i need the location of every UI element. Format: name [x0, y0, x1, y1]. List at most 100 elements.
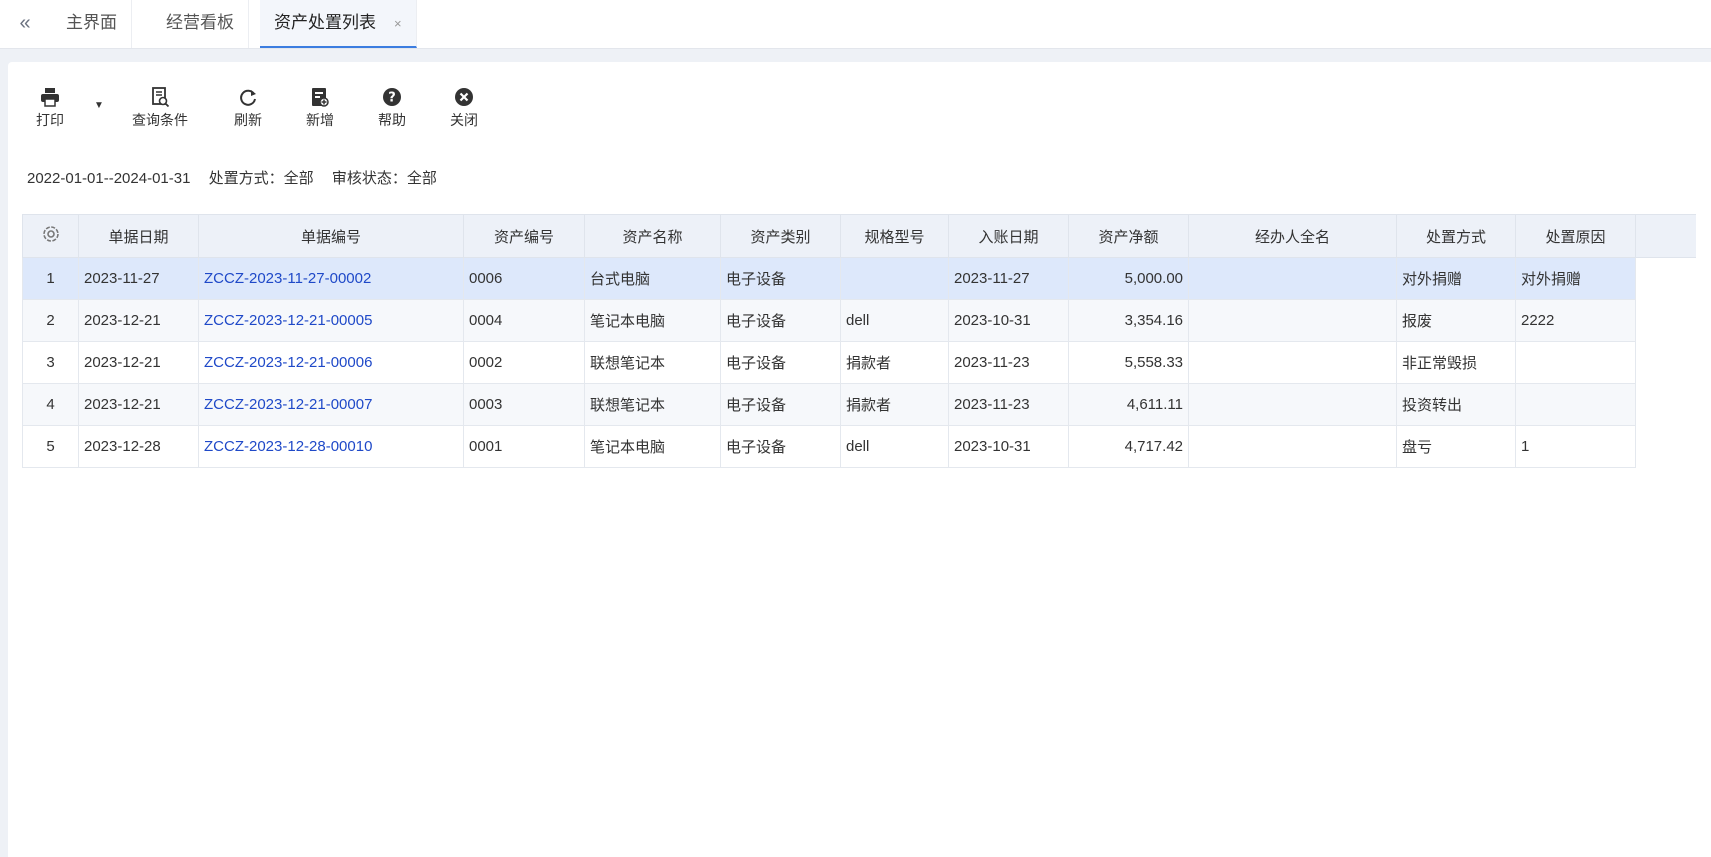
cell-doc-date: 2023-12-28	[78, 425, 199, 468]
tab-main[interactable]: 主界面	[52, 0, 132, 48]
cell-doc-date: 2023-12-21	[78, 341, 199, 384]
doc-number-link[interactable]: ZCCZ-2023-12-21-00006	[198, 341, 464, 384]
doc-number-link[interactable]: ZCCZ-2023-12-28-00010	[198, 425, 464, 468]
table-row[interactable]: 4 2023-12-21 ZCCZ-2023-12-21-00007 0003 …	[22, 383, 1696, 426]
collapse-tabs-icon[interactable]: «	[12, 10, 38, 36]
cell-asset-code: 0001	[463, 425, 585, 468]
cell-asset-category: 电子设备	[720, 383, 841, 426]
print-label: 打印	[36, 112, 64, 128]
add-label: 新增	[306, 112, 334, 128]
cell-entry-date: 2023-11-23	[948, 341, 1069, 384]
cell-doc-date: 2023-12-21	[78, 299, 199, 342]
row-number: 4	[22, 383, 79, 426]
table-row[interactable]: 5 2023-12-28 ZCCZ-2023-12-28-00010 0001 …	[22, 425, 1696, 468]
filter-status: 审核状态：全部	[331, 170, 437, 187]
cell-entry-date: 2023-10-31	[948, 425, 1069, 468]
cell-entry-date: 2023-11-27	[948, 257, 1069, 300]
cell-entry-date: 2023-10-31	[948, 299, 1069, 342]
doc-number-link[interactable]: ZCCZ-2023-11-27-00002	[198, 257, 464, 300]
cell-net-value: 4,717.42	[1068, 425, 1189, 468]
header-handler[interactable]: 经办人全名	[1188, 214, 1397, 258]
refresh-label: 刷新	[234, 112, 262, 128]
cell-disposal-method: 投资转出	[1396, 383, 1516, 426]
header-disposal-method[interactable]: 处置方式	[1396, 214, 1516, 258]
cell-disposal-reason: 1	[1515, 425, 1636, 468]
cell-spec-model: dell	[840, 425, 949, 468]
cell-asset-category: 电子设备	[720, 257, 841, 300]
table-row[interactable]: 2 2023-12-21 ZCCZ-2023-12-21-00005 0004 …	[22, 299, 1696, 342]
printer-icon	[41, 88, 59, 107]
cell-asset-code: 0003	[463, 383, 585, 426]
cell-net-value: 4,611.11	[1068, 383, 1189, 426]
header-filler	[1635, 214, 1696, 258]
cell-asset-code: 0004	[463, 299, 585, 342]
cell-disposal-method: 盘亏	[1396, 425, 1516, 468]
cell-disposal-reason	[1515, 383, 1636, 426]
close-tab-icon[interactable]: ×	[394, 16, 402, 31]
header-asset-code[interactable]: 资产编号	[463, 214, 585, 258]
close-label: 关闭	[450, 112, 478, 128]
cell-asset-category: 电子设备	[720, 425, 841, 468]
new-doc-icon	[312, 88, 329, 107]
filter-date-range: 2022-01-01--2024-01-31	[27, 170, 191, 187]
header-disposal-reason[interactable]: 处置原因	[1515, 214, 1636, 258]
row-number: 3	[22, 341, 79, 384]
cell-disposal-method: 报废	[1396, 299, 1516, 342]
cell-asset-name: 台式电脑	[584, 257, 721, 300]
cell-disposal-method: 非正常毁损	[1396, 341, 1516, 384]
header-doc-number[interactable]: 单据编号	[198, 214, 464, 258]
tab-asset-disposal-list[interactable]: 资产处置列表 ×	[260, 0, 417, 48]
header-asset-category[interactable]: 资产类别	[720, 214, 841, 258]
cell-handler	[1188, 341, 1397, 384]
add-button[interactable]: 新增	[306, 86, 334, 130]
query-label: 查询条件	[132, 112, 188, 128]
row-number: 5	[22, 425, 79, 468]
print-dropdown-icon[interactable]: ▼	[94, 100, 104, 111]
cell-spec-model: 捐款者	[840, 383, 949, 426]
filter-summary: 2022-01-01--2024-01-31 处置方式：全部 审核状态：全部	[27, 167, 451, 188]
cell-spec-model: dell	[840, 299, 949, 342]
cell-asset-code: 0002	[463, 341, 585, 384]
cell-net-value: 3,354.16	[1068, 299, 1189, 342]
cell-handler	[1188, 299, 1397, 342]
query-conditions-button[interactable]: 查询条件	[132, 86, 188, 130]
doc-number-link[interactable]: ZCCZ-2023-12-21-00007	[198, 383, 464, 426]
row-number: 1	[22, 257, 79, 300]
header-spec-model[interactable]: 规格型号	[840, 214, 949, 258]
help-button[interactable]: ? 帮助	[378, 86, 406, 130]
cell-asset-category: 电子设备	[720, 341, 841, 384]
help-label: 帮助	[378, 112, 406, 128]
cell-asset-name: 联想笔记本	[584, 383, 721, 426]
cell-handler	[1188, 257, 1397, 300]
print-button[interactable]: 打印	[36, 86, 64, 130]
doc-number-link[interactable]: ZCCZ-2023-12-21-00005	[198, 299, 464, 342]
cell-asset-name: 笔记本电脑	[584, 299, 721, 342]
header-doc-date[interactable]: 单据日期	[78, 214, 199, 258]
column-settings[interactable]	[22, 214, 79, 258]
cell-net-value: 5,558.33	[1068, 341, 1189, 384]
cell-disposal-reason: 对外捐赠	[1515, 257, 1636, 300]
refresh-button[interactable]: 刷新	[234, 86, 262, 130]
cell-disposal-reason	[1515, 341, 1636, 384]
tab-dashboard[interactable]: 经营看板	[152, 0, 249, 48]
table-row[interactable]: 1 2023-11-27 ZCCZ-2023-11-27-00002 0006 …	[22, 257, 1696, 300]
close-circle-icon	[455, 88, 473, 106]
cell-disposal-method: 对外捐赠	[1396, 257, 1516, 300]
cell-spec-model: 捐款者	[840, 341, 949, 384]
cell-net-value: 5,000.00	[1068, 257, 1189, 300]
table-header-row: 单据日期 单据编号 资产编号 资产名称 资产类别 规格型号 入账日期 资产净额 …	[22, 214, 1696, 258]
help-icon: ?	[383, 88, 401, 106]
header-entry-date[interactable]: 入账日期	[948, 214, 1069, 258]
header-asset-name[interactable]: 资产名称	[584, 214, 721, 258]
close-button[interactable]: 关闭	[450, 86, 478, 130]
cell-handler	[1188, 383, 1397, 426]
gear-icon	[42, 226, 59, 242]
table-row[interactable]: 3 2023-12-21 ZCCZ-2023-12-21-00006 0002 …	[22, 341, 1696, 384]
header-net-value[interactable]: 资产净额	[1068, 214, 1189, 258]
tab-bar: « 主界面 经营看板 资产处置列表 ×	[0, 0, 1711, 49]
row-number: 2	[22, 299, 79, 342]
cell-doc-date: 2023-12-21	[78, 383, 199, 426]
cell-asset-category: 电子设备	[720, 299, 841, 342]
cell-doc-date: 2023-11-27	[78, 257, 199, 300]
cell-entry-date: 2023-11-23	[948, 383, 1069, 426]
